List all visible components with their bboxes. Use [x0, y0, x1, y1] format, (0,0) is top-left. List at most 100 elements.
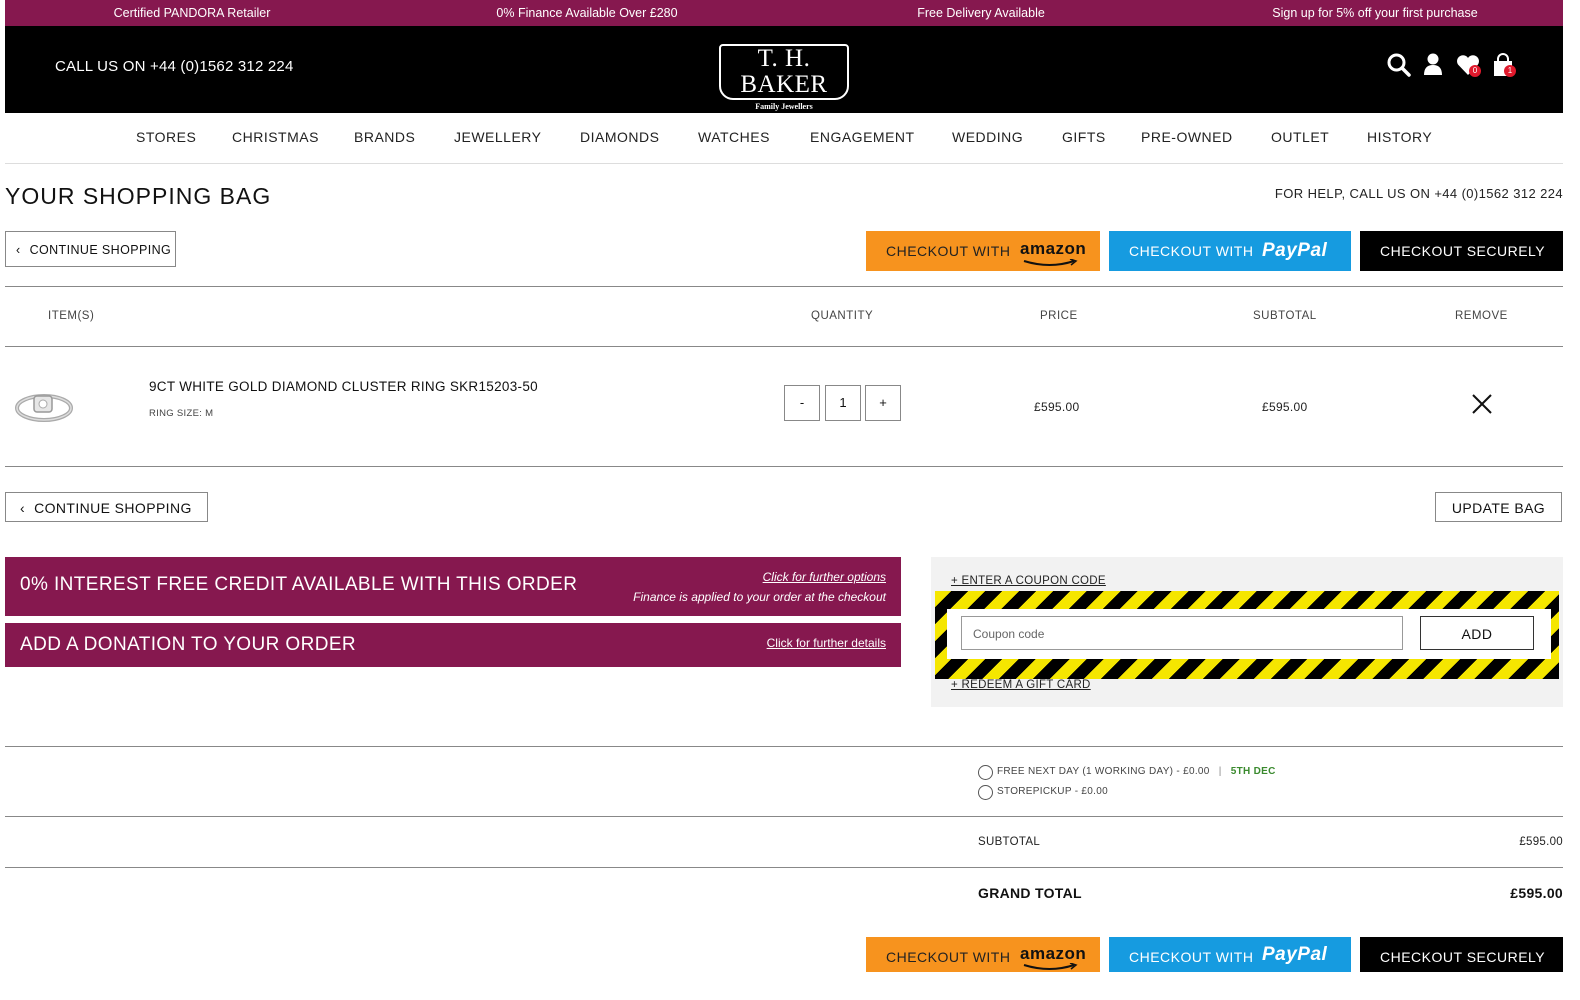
- finance-note: Finance is applied to your order at the …: [633, 590, 886, 604]
- coupon-panel: + ENTER A COUPON CODE Coupon code ADD + …: [931, 557, 1563, 707]
- checkout-amazon-prefix: CHECKOUT WITH: [886, 243, 1011, 259]
- nav-pre-owned[interactable]: PRE-OWNED: [1141, 129, 1233, 145]
- donation-panel[interactable]: ADD A DONATION TO YOUR ORDER Click for f…: [5, 623, 901, 667]
- continue-shopping-button-top[interactable]: ‹ CONTINUE SHOPPING: [5, 231, 176, 267]
- header-items: ITEM(S): [48, 310, 95, 322]
- shipping-radio-next-day[interactable]: [978, 765, 993, 780]
- checkout-amazon-button-top[interactable]: CHECKOUT WITH amazon: [866, 231, 1100, 271]
- shipping-delivery-date: 5TH DEC: [1230, 766, 1276, 777]
- checkout-paypal-button-bottom[interactable]: CHECKOUT WITH PayPal: [1109, 937, 1351, 972]
- continue-shopping-button-bottom[interactable]: ‹ CONTINUE SHOPPING: [5, 492, 208, 522]
- shipping-option-next-day: FREE NEXT DAY (1 WORKING DAY) - £0.00 | …: [997, 766, 1276, 777]
- amazon-logo: amazon: [1020, 944, 1087, 963]
- account-icon[interactable]: [1421, 52, 1447, 78]
- paypal-logo: PayPal: [1262, 944, 1328, 965]
- site-header: CALL US ON +44 (0)1562 312 224 T. H. BAK…: [5, 26, 1563, 122]
- header-price: PRICE: [1040, 310, 1078, 322]
- header-subtotal: SUBTOTAL: [1253, 310, 1317, 322]
- wishlist-count-badge: 0: [1469, 65, 1481, 77]
- shipping-option-store-pickup: STOREPICKUP - £0.00: [997, 786, 1108, 797]
- shipping-separator: |: [1218, 766, 1222, 777]
- logo-tagline: Family Jewellers: [755, 102, 813, 111]
- enter-coupon-link[interactable]: + ENTER A COUPON CODE: [951, 575, 1106, 587]
- divider: [5, 346, 1563, 347]
- divider: [5, 286, 1563, 287]
- finance-options-link[interactable]: Click for further options: [763, 570, 886, 584]
- product-name[interactable]: 9CT WHITE GOLD DIAMOND CLUSTER RING SKR1…: [149, 379, 538, 394]
- item-subtotal: £595.00: [1262, 400, 1308, 414]
- promo-finance[interactable]: 0% Finance Available Over £280: [496, 6, 677, 20]
- donation-details-link[interactable]: Click for further details: [767, 636, 886, 650]
- promo-bar: Certified PANDORA Retailer 0% Finance Av…: [5, 0, 1563, 26]
- nav-outlet[interactable]: OUTLET: [1271, 129, 1329, 145]
- continue-shopping-label: CONTINUE SHOPPING: [29, 243, 172, 257]
- coupon-highlight-frame: Coupon code ADD: [935, 591, 1559, 679]
- subtotal-value: £595.00: [1519, 836, 1563, 848]
- continue-shopping-label: CONTINUE SHOPPING: [34, 500, 192, 516]
- bag-icon[interactable]: 1: [1490, 52, 1516, 78]
- subtotal-label: SUBTOTAL: [978, 836, 1041, 848]
- divider: [5, 867, 1563, 868]
- checkout-securely-button-top[interactable]: CHECKOUT SECURELY: [1360, 231, 1563, 271]
- checkout-paypal-button-top[interactable]: CHECKOUT WITH PayPal: [1109, 231, 1351, 271]
- bag-count-badge: 1: [1504, 65, 1516, 77]
- page-title: YOUR SHOPPING BAG: [5, 183, 272, 209]
- nav-stores[interactable]: STORES: [136, 129, 196, 145]
- nav-diamonds[interactable]: DIAMONDS: [580, 129, 659, 145]
- promo-signup[interactable]: Sign up for 5% off your first purchase: [1272, 6, 1477, 20]
- chevron-left-icon: ‹: [20, 500, 26, 516]
- redeem-gift-card-link[interactable]: + REDEEM A GIFT CARD: [951, 679, 1091, 691]
- nav-jewellery[interactable]: JEWELLERY: [454, 129, 542, 145]
- item-price: £595.00: [1034, 400, 1080, 414]
- checkout-paypal-prefix: CHECKOUT WITH: [1129, 243, 1254, 259]
- coupon-form: Coupon code ADD: [947, 609, 1551, 659]
- nav-brands[interactable]: BRANDS: [354, 129, 415, 145]
- product-image-ring[interactable]: [8, 370, 78, 440]
- update-bag-button[interactable]: UPDATE BAG: [1435, 492, 1562, 522]
- header-quantity: QUANTITY: [811, 310, 874, 322]
- main-nav: STORES CHRISTMAS BRANDS JEWELLERY DIAMON…: [5, 113, 1563, 164]
- amazon-smile-icon: [1023, 259, 1078, 266]
- grand-total-label: GRAND TOTAL: [978, 885, 1082, 901]
- product-option: RING SIZE: M: [149, 408, 214, 419]
- site-logo[interactable]: T. H. BAKER Family Jewellers Est. 1888: [719, 44, 849, 122]
- shipping-radio-store-pickup[interactable]: [978, 785, 993, 800]
- grand-total-value: £595.00: [1510, 885, 1563, 901]
- quantity-input[interactable]: 1: [825, 385, 861, 421]
- quantity-increase-button[interactable]: +: [865, 385, 901, 421]
- nav-wedding[interactable]: WEDDING: [952, 129, 1023, 145]
- checkout-securely-button-bottom[interactable]: CHECKOUT SECURELY: [1360, 937, 1563, 972]
- nav-engagement[interactable]: ENGAGEMENT: [810, 129, 915, 145]
- nav-watches[interactable]: WATCHES: [698, 129, 770, 145]
- header-remove: REMOVE: [1455, 310, 1508, 322]
- coupon-add-button[interactable]: ADD: [1420, 616, 1534, 650]
- header-phone[interactable]: CALL US ON +44 (0)1562 312 224: [55, 58, 294, 75]
- divider: [5, 466, 1563, 467]
- chevron-left-icon: ‹: [16, 243, 21, 257]
- donation-title: ADD A DONATION TO YOUR ORDER: [20, 634, 357, 655]
- divider: [5, 746, 1563, 747]
- nav-christmas[interactable]: CHRISTMAS: [232, 129, 319, 145]
- logo-text: T. H. BAKER: [719, 44, 849, 100]
- amazon-smile-icon: [1023, 963, 1078, 970]
- remove-item-icon[interactable]: [1470, 392, 1494, 416]
- finance-offer-title: 0% INTEREST FREE CREDIT AVAILABLE WITH T…: [20, 574, 578, 595]
- checkout-securely-label: CHECKOUT SECURELY: [1380, 949, 1546, 965]
- divider: [5, 816, 1563, 817]
- amazon-logo: amazon: [1020, 239, 1087, 258]
- promo-delivery[interactable]: Free Delivery Available: [917, 6, 1045, 20]
- promo-pandora[interactable]: Certified PANDORA Retailer: [114, 6, 271, 20]
- finance-offer-panel[interactable]: 0% INTEREST FREE CREDIT AVAILABLE WITH T…: [5, 557, 901, 616]
- wishlist-icon[interactable]: 0: [1455, 52, 1481, 78]
- checkout-securely-label: CHECKOUT SECURELY: [1380, 243, 1546, 259]
- checkout-amazon-button-bottom[interactable]: CHECKOUT WITH amazon: [866, 937, 1100, 972]
- nav-gifts[interactable]: GIFTS: [1062, 129, 1106, 145]
- coupon-code-input[interactable]: Coupon code: [961, 616, 1403, 650]
- help-phone: FOR HELP, CALL US ON +44 (0)1562 312 224: [1274, 186, 1563, 201]
- quantity-decrease-button[interactable]: -: [784, 385, 820, 421]
- checkout-paypal-prefix: CHECKOUT WITH: [1129, 949, 1254, 965]
- checkout-amazon-prefix: CHECKOUT WITH: [886, 949, 1011, 965]
- nav-history[interactable]: HISTORY: [1367, 129, 1432, 145]
- search-icon[interactable]: [1386, 52, 1412, 78]
- paypal-logo: PayPal: [1262, 240, 1328, 261]
